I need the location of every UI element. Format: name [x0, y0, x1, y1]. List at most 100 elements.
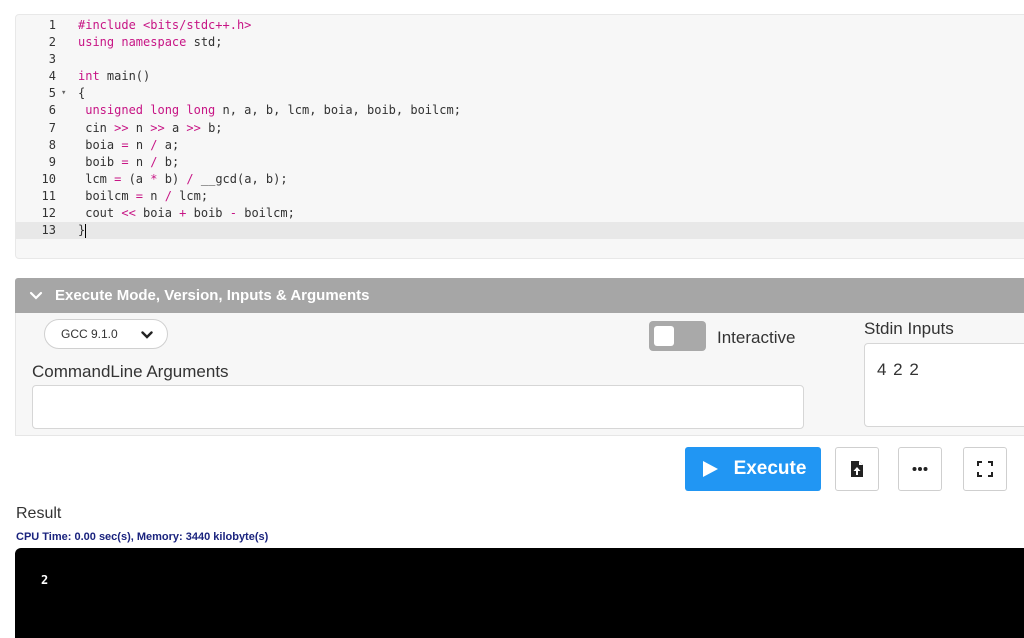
output-console: 2 [15, 548, 1024, 638]
text-cursor [85, 223, 87, 238]
code-line[interactable]: 1 #include <bits/stdc++.h> [16, 17, 1024, 34]
version-select[interactable]: GCC 9.1.0 [44, 319, 168, 349]
stdin-label: Stdin Inputs [864, 319, 954, 338]
code-token: b; [157, 154, 180, 169]
code-token: = [135, 188, 144, 203]
line-number: 3 [48, 52, 56, 67]
cmd-args-input[interactable] [32, 385, 804, 429]
code-text: cin >> n >> a >> b; [78, 120, 223, 137]
play-icon [702, 461, 718, 477]
code-token: unsigned long long [85, 103, 216, 118]
result-stats: CPU Time: 0.00 sec(s), Memory: 3440 kilo… [16, 531, 269, 543]
code-editor[interactable]: 1 #include <bits/stdc++.h> 2 using namespac… [15, 14, 1024, 259]
code-token: n [128, 137, 151, 152]
code-line[interactable]: 3 [16, 51, 1024, 68]
code-line[interactable]: 5 ▾ { [16, 85, 1024, 102]
code-token: b; [200, 120, 223, 135]
version-select-value: GCC 9.1.0 [61, 327, 118, 341]
code-token: boilcm; [237, 206, 295, 221]
code-line[interactable]: 13} [16, 222, 1024, 240]
code-token: boib [186, 206, 230, 221]
code-token: boia [78, 137, 122, 152]
execute-panel-header[interactable]: Execute Mode, Version, Inputs & Argument… [15, 278, 1024, 313]
execute-button-label: Execute [733, 458, 807, 479]
code-token: } [78, 223, 86, 238]
code-token: boib [78, 154, 122, 169]
code-line[interactable]: 11 boilcm = n / lcm; [16, 188, 1024, 205]
upload-file-button[interactable] [835, 447, 879, 491]
chevron-down-icon [29, 291, 43, 300]
execute-panel-title: Execute Mode, Version, Inputs & Argument… [55, 287, 370, 304]
stdin-value: 4 2 2 [877, 360, 920, 379]
code-token: >> [150, 120, 165, 135]
line-number: 1 [48, 18, 56, 32]
code-text: boia = n / a; [78, 137, 179, 154]
code-token: cin [78, 120, 115, 135]
code-token: lcm [78, 171, 115, 186]
code-token: #include <bits/stdc++.h> [78, 18, 252, 32]
code-token: boia [135, 206, 180, 221]
code-line[interactable]: 4 int main() [16, 68, 1024, 85]
code-text: using namespace std; [78, 34, 223, 51]
execute-panel-body: GCC 9.1.0 CommandLine Arguments Interact… [15, 313, 1024, 436]
code-token: / [164, 188, 172, 203]
code-token: main() [99, 69, 151, 84]
code-token: >> [114, 120, 129, 135]
code-line[interactable]: 12 cout << boia + boib - boilcm; [16, 205, 1024, 222]
fullscreen-icon [977, 461, 993, 477]
code-token: (a [121, 171, 151, 186]
code-token: << [121, 206, 136, 221]
code-line[interactable]: 7 cin >> n >> a >> b; [16, 120, 1024, 137]
code-text: int main() [78, 68, 150, 85]
line-number: 13 [41, 223, 56, 238]
code-token: lcm; [171, 188, 209, 203]
code-token: a; [157, 137, 180, 152]
more-options-button[interactable] [898, 447, 942, 491]
line-number: 6 [48, 103, 56, 118]
code-token: / [186, 171, 194, 186]
code-token: n [128, 120, 151, 135]
code-token: cout [78, 206, 122, 221]
interactive-toggle[interactable] [649, 321, 706, 351]
interactive-label: Interactive [717, 328, 796, 347]
code-line[interactable]: 9 boib = n / b; [16, 154, 1024, 171]
line-number: 7 [48, 120, 56, 135]
code-token: b) [157, 171, 187, 186]
code-text: lcm = (a * b) / __gcd(a, b); [78, 171, 287, 188]
fold-toggle-icon[interactable]: ▾ [61, 85, 66, 102]
code-token: * [150, 171, 158, 186]
code-text: unsigned long long n, a, b, lcm, boia, b… [78, 102, 461, 119]
code-token: std; [186, 35, 223, 50]
fullscreen-button[interactable] [963, 447, 1007, 491]
code-text: boib = n / b; [78, 154, 179, 171]
code-text: cout << boia + boib - boilcm; [78, 205, 295, 222]
code-token: / [150, 137, 158, 152]
code-token: a [164, 120, 187, 135]
toggle-knob [654, 326, 674, 346]
line-number: 10 [41, 171, 56, 186]
code-token: >> [186, 120, 201, 135]
execute-button[interactable]: Execute [685, 447, 821, 491]
stdin-input[interactable]: 4 2 2 [864, 343, 1024, 427]
code-token: / [150, 154, 158, 169]
line-number: 5 [48, 86, 56, 101]
code-line[interactable]: 2 using namespace std; [16, 34, 1024, 51]
code-token: n [143, 188, 165, 203]
code-token: boilcm [78, 188, 136, 203]
chevron-down-icon [141, 331, 153, 339]
code-line[interactable]: 10 lcm = (a * b) / __gcd(a, b); [16, 171, 1024, 188]
line-number: 11 [41, 188, 56, 203]
line-number: 2 [48, 35, 56, 50]
output-text: 2 [41, 573, 49, 587]
code-token: n, a, b, lcm, boia, boib, boilcm; [215, 103, 461, 118]
code-token: n [128, 154, 151, 169]
code-token: { [78, 86, 86, 101]
cmd-args-label: CommandLine Arguments [32, 362, 229, 381]
code-line[interactable]: 8 boia = n / a; [16, 137, 1024, 154]
code-text: boilcm = n / lcm; [78, 188, 208, 205]
more-icon [912, 467, 928, 471]
code-lines[interactable]: 1 #include <bits/stdc++.h> 2 using namespac… [16, 17, 1024, 240]
result-label: Result [16, 505, 62, 522]
code-token: - [229, 206, 237, 221]
code-line[interactable]: 6 unsigned long long n, a, b, lcm, boia,… [16, 102, 1024, 119]
